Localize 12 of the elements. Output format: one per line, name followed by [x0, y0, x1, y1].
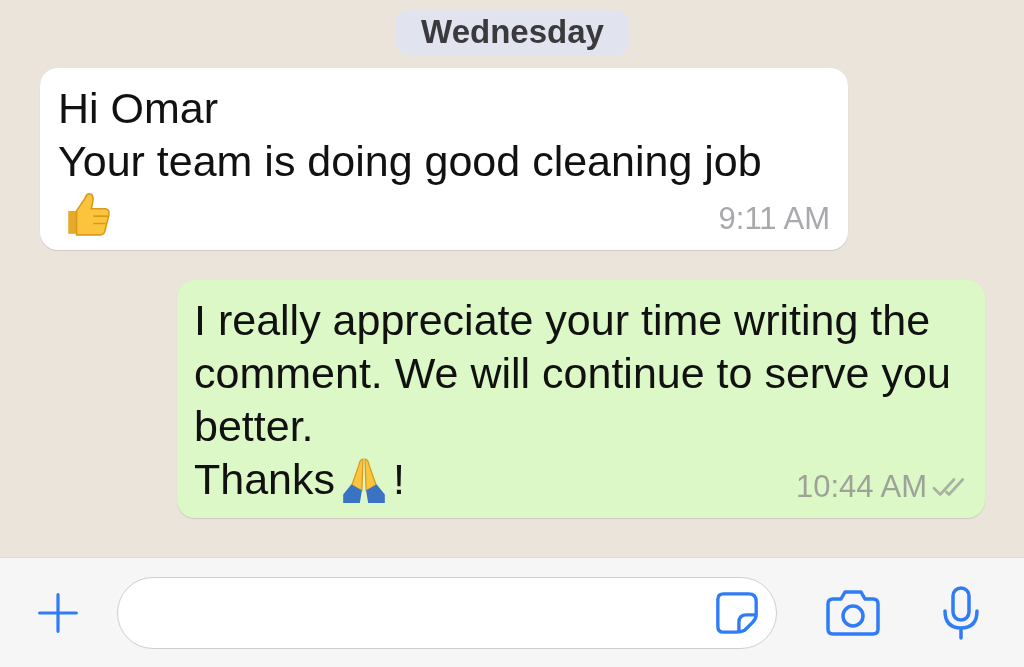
message-text: Hi Omar [58, 83, 219, 134]
sticker-icon[interactable] [714, 589, 760, 636]
add-icon[interactable] [36, 590, 80, 635]
message-time: 9:11 AM [718, 202, 830, 236]
message-text: I really appreciate your time writing the comment. We will continue to serve you better. [194, 295, 952, 452]
message-text: Your team is doing good cleaning job [58, 136, 762, 187]
message-text: ! [393, 454, 405, 505]
message-time: 10:44 AM [796, 470, 927, 504]
message-text: Thanks [194, 454, 335, 505]
microphone-icon[interactable] [941, 583, 981, 642]
date-divider: Wednesday [395, 10, 630, 55]
camera-icon[interactable] [825, 588, 881, 637]
